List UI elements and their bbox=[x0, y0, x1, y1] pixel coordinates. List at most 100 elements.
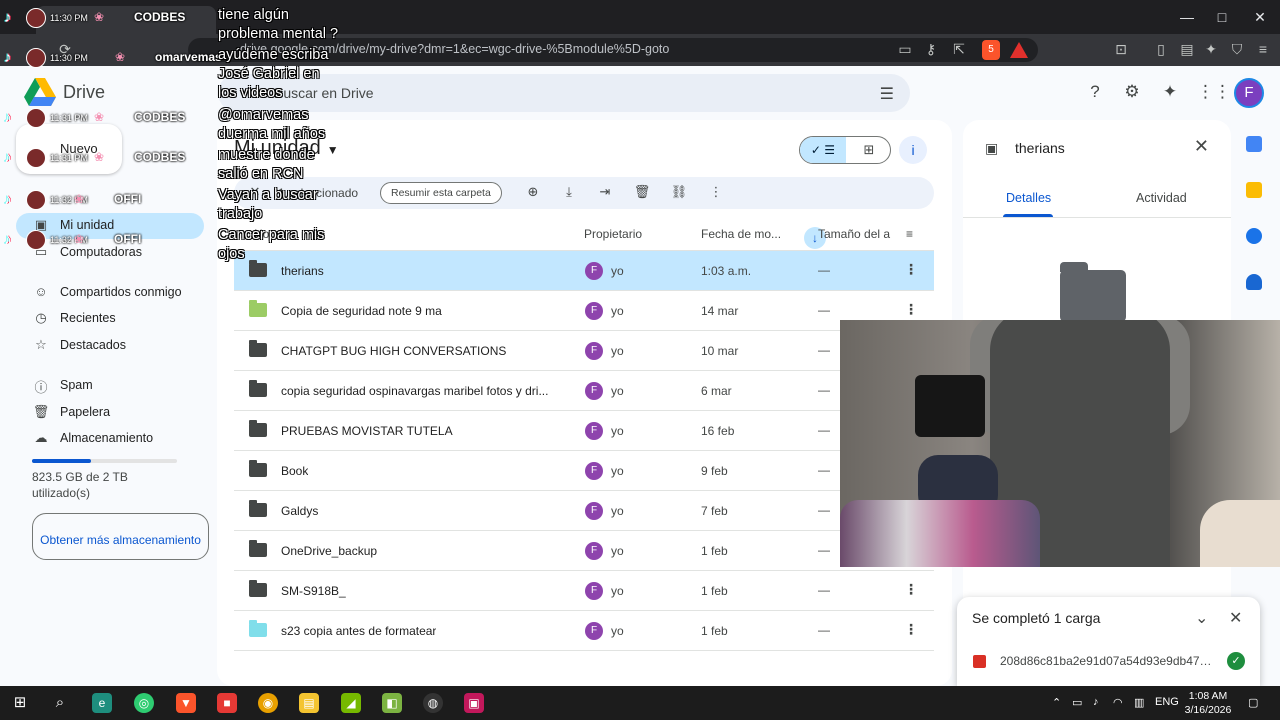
column-size[interactable]: Tamaño del a bbox=[818, 227, 890, 241]
close-window-button[interactable]: ✕ bbox=[1245, 6, 1275, 28]
menu-icon[interactable]: ≡ bbox=[1254, 41, 1272, 57]
chat-username: OFFI bbox=[114, 192, 142, 206]
account-avatar[interactable]: F bbox=[1234, 78, 1264, 108]
apps-icon[interactable]: ⋮⋮ bbox=[1197, 81, 1231, 103]
sort-options-icon[interactable]: ≡ bbox=[906, 227, 913, 241]
file-row[interactable]: PRUEBAS MOVISTAR TUTELAFyo16 feb—⋮ bbox=[234, 411, 934, 451]
tab-details[interactable]: Detalles bbox=[1006, 191, 1051, 205]
sidebar-item-spam[interactable]: ⓘ Spam bbox=[16, 373, 204, 399]
download-icon[interactable]: ⤓ bbox=[560, 184, 578, 200]
file-row[interactable]: therians Fyo 1:03 a.m. — ⋮ bbox=[234, 251, 934, 291]
nvidia-icon[interactable]: ◢ bbox=[341, 693, 361, 713]
file-row[interactable]: SM-S918B_ Fyo 1 feb — ⋮ bbox=[234, 571, 934, 611]
search-input[interactable] bbox=[274, 82, 834, 104]
sidebar-item-trash[interactable]: 🗑 Papelera bbox=[16, 400, 204, 426]
wallet-icon[interactable]: ▤ bbox=[1178, 41, 1196, 58]
battery-icon[interactable]: ▭ bbox=[1072, 696, 1082, 709]
windows-start-icon[interactable]: ⊞ bbox=[10, 693, 30, 713]
sidebar-item-storage[interactable]: ☁ Almacenamiento bbox=[16, 426, 204, 452]
calendar-icon[interactable] bbox=[1246, 136, 1262, 152]
gemini-icon[interactable]: ✦ bbox=[1159, 81, 1181, 103]
more-options-icon[interactable]: ⋮ bbox=[904, 261, 918, 278]
file-name[interactable]: SM-S918B_ bbox=[281, 584, 346, 598]
uploaded-file-name[interactable]: 208d86c81ba2e91d07a54d93e9db47a... bbox=[1000, 654, 1215, 668]
column-modified[interactable]: Fecha de mo... bbox=[701, 227, 781, 241]
sidebar-item-starred[interactable]: ☆ Destacados bbox=[16, 333, 204, 359]
file-row[interactable]: copia seguridad ospinavargas maribel fot… bbox=[234, 371, 934, 411]
info-icon[interactable]: i bbox=[899, 136, 927, 164]
tasks-icon[interactable] bbox=[1246, 228, 1262, 244]
android-icon[interactable]: ◧ bbox=[382, 693, 402, 713]
drive-logo-icon[interactable] bbox=[24, 78, 56, 106]
move-icon[interactable]: ⇥ bbox=[596, 184, 614, 200]
volume-icon[interactable]: ♪ bbox=[1093, 696, 1099, 708]
grid-view-icon[interactable]: ⊞ bbox=[846, 137, 890, 163]
minimize-button[interactable]: — bbox=[1172, 6, 1202, 28]
delete-icon[interactable]: 🗑 bbox=[633, 184, 651, 200]
cast-icon[interactable]: ▭ bbox=[896, 41, 914, 58]
get-more-storage-button[interactable]: Obtener más almacenamiento bbox=[32, 513, 209, 560]
share-icon[interactable]: ⇱ bbox=[950, 41, 968, 58]
close-details-icon[interactable]: ✕ bbox=[1194, 136, 1209, 157]
more-options-icon[interactable]: ⋮ bbox=[904, 301, 918, 318]
link-icon[interactable]: ⛓ bbox=[670, 184, 688, 200]
file-row[interactable]: CHATGPT BUG HIGH CONVERSATIONS Fyo 10 mar —… bbox=[234, 331, 934, 371]
help-icon[interactable]: ? bbox=[1084, 81, 1106, 103]
file-row[interactable]: BookFyo9 feb—⋮ bbox=[234, 451, 934, 491]
brave-shields-icon[interactable]: 5 bbox=[982, 40, 1000, 60]
red-app-icon[interactable]: ■ bbox=[217, 693, 237, 713]
tray-up-icon[interactable]: ⌃ bbox=[1052, 696, 1061, 709]
notifications-icon[interactable]: ▢ bbox=[1248, 696, 1258, 709]
search-icon[interactable]: ⌕ bbox=[50, 693, 70, 713]
screenshot-icon[interactable]: ⊡ bbox=[1112, 41, 1130, 58]
file-name[interactable]: s23 copia antes de formatear bbox=[281, 624, 436, 638]
storage-text: 823.5 GB de 2 TB utilizado(s) bbox=[32, 470, 128, 500]
file-name[interactable]: CHATGPT BUG HIGH CONVERSATIONS bbox=[281, 344, 506, 358]
column-owner[interactable]: Propietario bbox=[584, 227, 642, 241]
tab-activity[interactable]: Actividad bbox=[1136, 191, 1187, 205]
summarize-folder-button[interactable]: Resumir esta carpeta bbox=[380, 182, 502, 204]
search-options-icon[interactable]: ☰ bbox=[880, 84, 894, 104]
collapse-toast-icon[interactable]: ⌄ bbox=[1195, 608, 1208, 628]
maximize-button[interactable]: □ bbox=[1207, 6, 1237, 28]
file-name[interactable]: PRUEBAS MOVISTAR TUTELA bbox=[281, 424, 453, 438]
sidebar-icon[interactable]: ▯ bbox=[1152, 41, 1170, 58]
more-options-icon[interactable]: ⋮ bbox=[904, 581, 918, 598]
view-toggle[interactable]: ✓ ☰ ⊞ bbox=[799, 136, 891, 164]
file-name[interactable]: OneDrive_backup bbox=[281, 544, 377, 558]
chat-app-icon[interactable]: ◎ bbox=[134, 693, 154, 713]
list-view-icon[interactable]: ✓ ☰ bbox=[800, 137, 846, 163]
more-options-icon[interactable]: ⋮ bbox=[904, 621, 918, 638]
file-name[interactable]: Copia de seguridad note 9 ma bbox=[281, 304, 442, 318]
brave-rewards-icon[interactable] bbox=[1010, 42, 1028, 58]
sidebar-item-shared[interactable]: ☺ Compartidos conmigo bbox=[16, 280, 204, 306]
contacts-icon[interactable] bbox=[1246, 274, 1262, 290]
file-row[interactable]: GaldysFyo7 feb—⋮ bbox=[234, 491, 934, 531]
file-name[interactable]: therians bbox=[281, 264, 324, 278]
sidebar-item-recent[interactable]: ◷ Recientes bbox=[16, 306, 204, 332]
file-row[interactable]: Copia de seguridad note 9 ma Fyo 14 mar — ⋮ bbox=[234, 291, 934, 331]
more-actions-icon[interactable]: ⋮ bbox=[707, 184, 725, 200]
close-toast-icon[interactable]: ✕ bbox=[1229, 608, 1242, 628]
key-icon[interactable]: ⚷ bbox=[922, 41, 940, 58]
wifi-icon[interactable]: ◠ bbox=[1113, 696, 1123, 709]
vpn-icon[interactable]: ⛉ bbox=[1228, 41, 1246, 58]
network-icon[interactable]: ▥ bbox=[1134, 696, 1144, 709]
ai-icon[interactable]: ✦ bbox=[1202, 41, 1220, 58]
file-row[interactable]: OneDrive_backupFyo1 feb—⋮ bbox=[234, 531, 934, 571]
share-user-icon[interactable]: ⊕ bbox=[524, 184, 542, 200]
file-name[interactable]: Book bbox=[281, 464, 308, 478]
brave-icon[interactable]: ▼ bbox=[176, 693, 196, 713]
taskbar-clock[interactable]: 1:08 AM 3/16/2026 bbox=[1181, 689, 1235, 717]
file-explorer-icon[interactable]: ▤ bbox=[299, 693, 319, 713]
stream-app-icon[interactable]: ▣ bbox=[464, 693, 484, 713]
settings-icon[interactable]: ⚙ bbox=[1121, 81, 1143, 103]
edge-icon[interactable]: e bbox=[92, 693, 112, 713]
file-name[interactable]: Galdys bbox=[281, 504, 318, 518]
language-indicator[interactable]: ENG bbox=[1155, 696, 1179, 708]
chrome-icon[interactable]: ◉ bbox=[258, 693, 278, 713]
file-name[interactable]: copia seguridad ospinavargas maribel fot… bbox=[281, 384, 548, 398]
keep-icon[interactable] bbox=[1246, 182, 1262, 198]
file-row[interactable]: s23 copia antes de formatear Fyo 1 feb — ⋮ bbox=[234, 611, 934, 651]
obs-icon[interactable]: ◍ bbox=[423, 693, 443, 713]
